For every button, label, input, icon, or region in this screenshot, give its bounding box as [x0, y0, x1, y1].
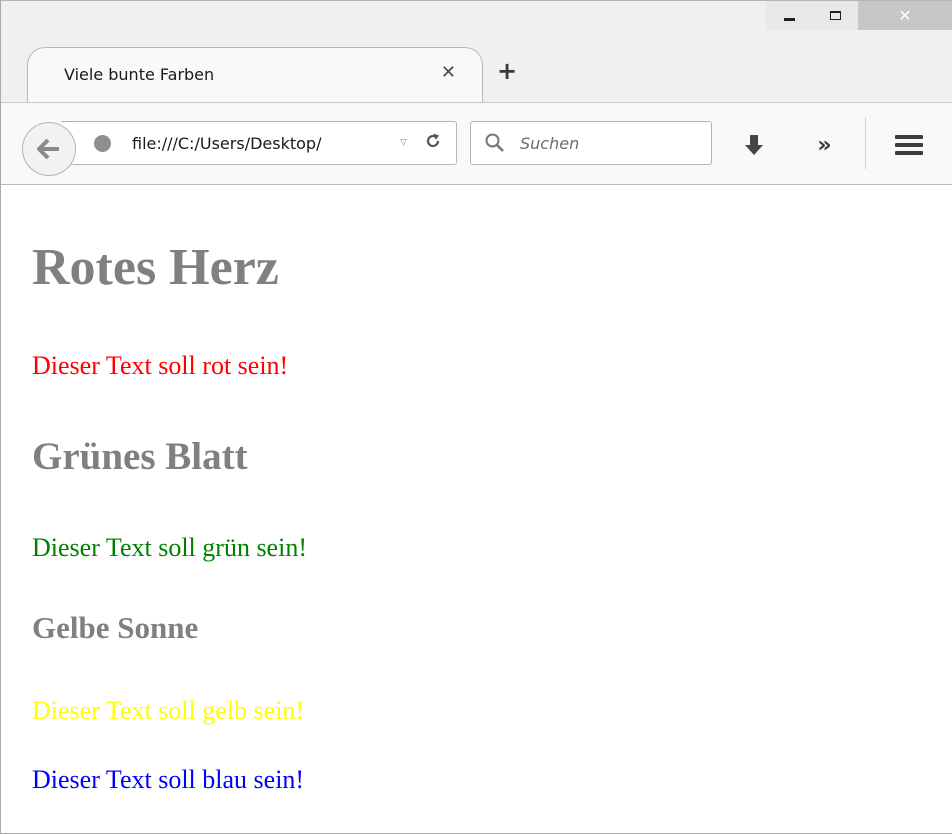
text-green: Dieser Text soll grün sein!	[32, 533, 307, 562]
search-input[interactable]: Suchen	[520, 134, 579, 153]
minimize-icon	[783, 18, 795, 21]
url-dropdown-icon[interactable]: ▿	[400, 134, 407, 150]
download-icon	[745, 135, 763, 155]
text-blue: Dieser Text soll blau sein!	[32, 765, 305, 794]
window-controls: ✕	[766, 1, 952, 30]
chevrons-right-icon: »	[817, 132, 831, 158]
tab-active[interactable]: Viele bunte Farben ✕	[27, 47, 483, 104]
heading-rotes-herz: Rotes Herz	[32, 239, 279, 296]
toolbar-separator	[865, 117, 866, 169]
tab-strip: ✕ Viele bunte Farben ✕ +	[1, 0, 952, 104]
search-icon	[485, 133, 504, 152]
search-bar[interactable]: Suchen	[470, 121, 712, 165]
maximize-button[interactable]	[812, 1, 858, 30]
heading-gruenes-blatt: Grünes Blatt	[32, 435, 248, 478]
minimize-button[interactable]	[766, 1, 812, 30]
url-text[interactable]: file:///C:/Users/Desktop/	[132, 134, 321, 153]
new-tab-button[interactable]: +	[497, 59, 517, 83]
tab-title: Viele bunte Farben	[64, 65, 215, 84]
maximize-icon	[829, 11, 841, 20]
text-yellow: Dieser Text soll gelb sein!	[32, 696, 305, 725]
navigation-toolbar: file:///C:/Users/Desktop/ ▿ Suchen »	[1, 102, 952, 185]
heading-gelbe-sonne: Gelbe Sonne	[32, 610, 199, 645]
text-red: Dieser Text soll rot sein!	[32, 351, 289, 380]
tab-close-icon[interactable]: ✕	[441, 62, 456, 83]
url-bar[interactable]: file:///C:/Users/Desktop/ ▿	[61, 121, 457, 165]
hamburger-icon	[895, 135, 923, 155]
back-arrow-icon	[37, 138, 59, 160]
browser-window: ✕ Viele bunte Farben ✕ + file:///C:/User…	[0, 0, 952, 834]
main-menu-button[interactable]	[889, 125, 929, 165]
reload-icon[interactable]	[424, 132, 442, 155]
close-icon: ✕	[898, 6, 912, 25]
overflow-menu-button[interactable]: »	[803, 125, 843, 165]
download-button[interactable]	[734, 125, 774, 165]
globe-icon	[94, 135, 111, 152]
back-button[interactable]	[22, 122, 76, 176]
page-content: Rotes Herz Dieser Text soll rot sein! Gr…	[2, 185, 952, 833]
close-window-button[interactable]: ✕	[858, 1, 952, 30]
